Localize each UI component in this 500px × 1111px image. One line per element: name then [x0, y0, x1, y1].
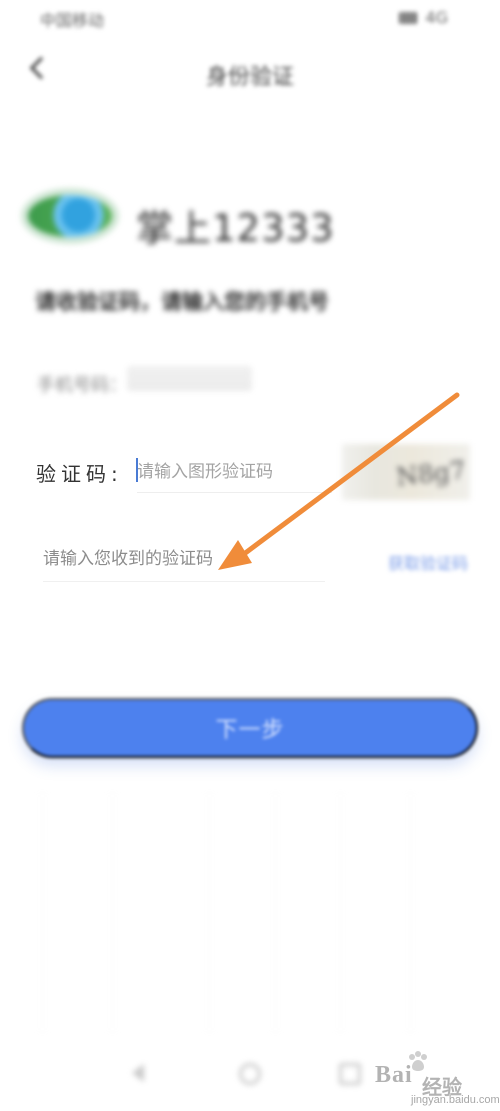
- app-logo: [26, 180, 116, 250]
- instruction-text: 请收验证码，请输入您的手机号: [35, 290, 329, 314]
- page-title: 身份验证: [205, 65, 294, 90]
- phone-row: 手机号码：: [37, 363, 297, 408]
- system-back-icon[interactable]: [126, 1061, 148, 1083]
- carrier-text: 中国移动: [40, 11, 105, 30]
- captcha-input-divider: [137, 492, 332, 493]
- signal-icon: [399, 11, 418, 24]
- watermark-url: jingyan.baidu.com: [411, 1094, 500, 1106]
- blurred-background: [0, 790, 500, 1035]
- brand-name: 掌上12333: [136, 207, 335, 250]
- captcha-image-text: N8g7: [394, 455, 468, 492]
- next-step-button[interactable]: 下一步: [22, 698, 478, 758]
- system-recent-apps-icon[interactable]: [339, 1063, 361, 1085]
- status-icons: 4G: [399, 8, 448, 27]
- phone-label: 手机号码：: [37, 375, 127, 396]
- sms-input-divider: [43, 581, 325, 582]
- status-bar: 中国移动 4G: [0, 0, 500, 36]
- system-home-icon[interactable]: [239, 1063, 261, 1085]
- text-cursor: [136, 458, 138, 482]
- sms-code-input[interactable]: [43, 545, 313, 573]
- phone-value-masked: [127, 366, 252, 391]
- watermark-logo: Bai: [375, 1062, 413, 1088]
- get-code-button[interactable]: 获取验证码: [388, 550, 468, 574]
- network-text: 4G: [425, 8, 448, 27]
- logo-icon: [28, 195, 112, 237]
- captcha-image[interactable]: N8g7: [342, 444, 470, 500]
- captcha-input[interactable]: [137, 455, 327, 489]
- captcha-label: 验证码:: [36, 462, 123, 486]
